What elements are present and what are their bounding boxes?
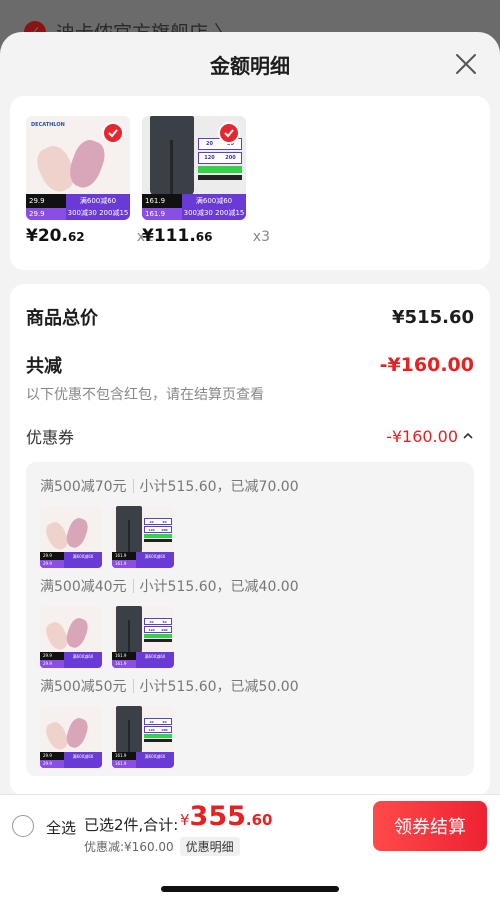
coupon-rule: 满500减40元 (40, 579, 127, 595)
discount-note: 以下优惠不包含红包，请在结算页查看 (26, 387, 264, 403)
product-image-socks: DECATHLON 29.9 29.9 满600减60 300减30 200减15 (26, 116, 130, 220)
product-item-socks[interactable]: DECATHLON 29.9 29.9 满600减60 300减30 200减15… (26, 116, 154, 250)
mini-image-pants: 20 50 120 200 161.9 161.9 满600减60 (112, 606, 174, 668)
total-pay-amount: ¥355.60 (180, 801, 273, 832)
coupon-detail-item: 满500减40元 小计515.60，已减40.00 29.9 29.9 满600减60… (40, 576, 460, 668)
total-label: 商品总价 (26, 308, 98, 329)
coupon-rule: 满500减70元 (40, 479, 127, 495)
price-row: ¥111.66 x3 (142, 226, 270, 246)
checkout-bar: 全选 已选2件,合计: ¥355.60 优惠减:¥160.00 优惠明细 领券结… (0, 794, 500, 899)
total-row: 商品总价 ¥515.60 (26, 304, 474, 330)
total-value: ¥515.60 (392, 306, 474, 328)
sheet-header: 金额明细 (0, 32, 500, 96)
mini-image-pants: 20 50 120 200 161.9 161.9 满600减60 (112, 506, 174, 568)
coupon-subtotal: 小计515.60，已减50.00 (139, 679, 299, 695)
discount-amount: 优惠减:¥160.00 (84, 840, 174, 854)
product-quantity: x3 (252, 229, 270, 245)
close-icon[interactable] (452, 50, 480, 78)
promo-banner: 29.9 29.9 满600减60 300减30 200减15 (26, 194, 130, 220)
selected-check-icon[interactable] (102, 122, 124, 144)
coupon-value[interactable]: -¥160.00 (386, 427, 474, 446)
home-indicator (161, 886, 339, 892)
product-image-pants: 20 50 120 200 161.9 161.9 满600减60 300减30 20… (142, 116, 246, 220)
select-all-label[interactable]: 全选 (46, 817, 76, 838)
checkout-button[interactable]: 领券结算 (373, 801, 487, 851)
price-row: ¥20.62 x1 (26, 226, 154, 246)
mini-image-socks: 29.9 29.9 满600减60 (40, 706, 102, 768)
products-card: DECATHLON 29.9 29.9 满600减60 300减30 200减15… (10, 96, 490, 270)
coupon-detail-item: 满500减70元 小计515.60，已减70.00 29.9 29.9 满600减60… (40, 476, 460, 568)
reduce-label: 共减 (26, 356, 62, 377)
coupon-subtotal: 小计515.60，已减40.00 (139, 579, 299, 595)
pants-shape (150, 116, 194, 196)
select-all-radio[interactable] (12, 815, 34, 837)
reduce-row: 共减 -¥160.00 (26, 352, 474, 378)
discount-detail-button[interactable]: 优惠明细 (179, 837, 240, 856)
coupon-row[interactable]: 优惠券 -¥160.00 (26, 424, 474, 448)
selected-check-icon[interactable] (218, 122, 240, 144)
coupon-subtotal: 小计515.60，已减70.00 (139, 479, 299, 495)
coupon-label: 优惠券 (26, 428, 75, 447)
mini-image-pants: 20 50 120 200 161.9 161.9 满600减60 (112, 706, 174, 768)
mini-image-socks: 29.9 29.9 满600减60 (40, 606, 102, 668)
coupon-rule: 满500减50元 (40, 679, 127, 695)
product-item-pants[interactable]: 20 50 120 200 161.9 161.9 满600减60 300减30 20… (142, 116, 270, 250)
promo-banner: 161.9 161.9 满600减60 300减30 200减15 (142, 194, 246, 220)
product-price: ¥111.66 (142, 226, 213, 246)
amount-detail-sheet: 金额明细 DECATHLON 29.9 29.9 满600减60 300减30 2… (0, 32, 500, 899)
brand-logo: DECATHLON (31, 122, 65, 128)
mini-image-socks: 29.9 29.9 满600减60 (40, 506, 102, 568)
sheet-title: 金额明细 (210, 53, 290, 78)
selected-count: 已选2件,合计: (84, 816, 179, 834)
coupon-detail-panel: 满500减70元 小计515.60，已减70.00 29.9 29.9 满600减60… (26, 462, 474, 776)
product-price: ¥20.62 (26, 226, 85, 246)
coupon-detail-item: 满500减50元 小计515.60，已减50.00 29.9 29.9 满600减60… (40, 676, 460, 768)
reduce-value: -¥160.00 (379, 354, 474, 376)
chevron-up-icon (463, 432, 473, 439)
summary-card: 商品总价 ¥515.60 共减 -¥160.00 以下优惠不包含红包，请在结算页… (10, 284, 490, 796)
coupon-panel: 20 50 120 200 (198, 138, 242, 198)
discount-line: 优惠减:¥160.00 优惠明细 (84, 837, 240, 856)
